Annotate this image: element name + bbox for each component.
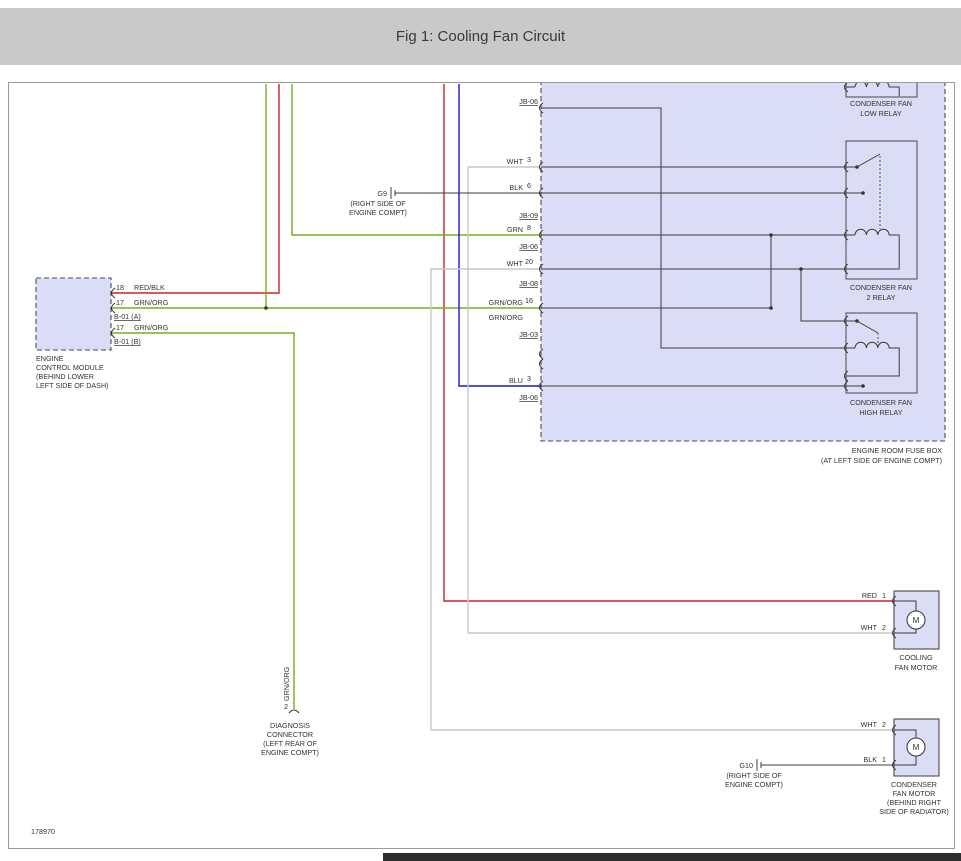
cooling-fan-motor-symbol: M xyxy=(913,616,920,625)
relay-2-label-1: CONDENSER FAN xyxy=(850,283,912,292)
figure-header: Fig 1: Cooling Fan Circuit xyxy=(0,8,961,65)
relay-2-contact2-dot xyxy=(861,191,865,195)
ecm-module: 18 RED/BLK 17 GRN/ORG B-01 (A) 17 GRN/OR… xyxy=(36,278,169,390)
cooling-fan-label-1: COOLING xyxy=(899,653,933,662)
g9-id: G9 xyxy=(377,189,387,198)
g10-id: G10 xyxy=(739,761,753,770)
jb03-link[interactable]: JB-03 xyxy=(519,330,538,339)
diagnosis-connector-chevron xyxy=(289,710,299,713)
condenser-fan-label-2: FAN MOTOR xyxy=(893,789,936,798)
grnorg16-color: GRN/ORG xyxy=(489,298,524,307)
ecm-pin18-num: 18 xyxy=(116,283,124,292)
condenser-fan-label-1: CONDENSER xyxy=(891,780,937,789)
ecm-pin17b-num: 17 xyxy=(116,323,124,332)
ecm-pin18-color: RED/BLK xyxy=(134,283,165,292)
cooling-fan-pin2-num: 2 xyxy=(882,623,886,632)
jb06-grn-link[interactable]: JB-06 xyxy=(519,242,538,251)
cooling-fan-pin1-num: 1 xyxy=(882,591,886,600)
diagnosis-label-4: ENGINE COMPT) xyxy=(261,748,319,757)
wht20-pin: 20 xyxy=(525,257,533,266)
wht3-color: WHT xyxy=(507,157,524,166)
blk6-color: BLK xyxy=(509,183,523,192)
fuse-box-entry-labels: JB-06 WHT 3 BLK 6 JB-09 GRN 8 JB-06 WHT … xyxy=(489,97,538,402)
g9-ground-icon xyxy=(391,187,395,199)
ecm-outline xyxy=(36,278,111,350)
blu3-color: BLU xyxy=(509,376,523,385)
condenser-fan-label-3: (BEHIND RIGHT xyxy=(887,798,942,807)
blu3-pin: 3 xyxy=(527,374,531,383)
figure-title: Fig 1: Cooling Fan Circuit xyxy=(396,28,565,45)
wire-green-ecm-a xyxy=(111,84,541,310)
ecm-connector-b01a-link[interactable]: B-01 (A) xyxy=(114,312,141,321)
wire-green-ecm-b-diagnosis xyxy=(111,333,294,709)
relay-low-label-1: CONDENSER FAN xyxy=(850,99,912,108)
jb09-link[interactable]: JB-09 xyxy=(519,211,538,220)
diagram-canvas: ENGINE ROOM FUSE BOX (AT LEFT SIDE OF EN… xyxy=(8,82,955,849)
ecm-label-1: ENGINE xyxy=(36,354,64,363)
diagnosis-label-3: (LEFT REAR OF xyxy=(263,739,317,748)
wire-red-ecm xyxy=(111,84,279,293)
g9-loc-1: (RIGHT SIDE OF xyxy=(350,199,406,208)
g10-ground-icon xyxy=(757,759,761,771)
diagnosis-wire-color: GRN/ORG xyxy=(282,666,291,701)
cooling-fan-pin2-color: WHT xyxy=(861,623,878,632)
condenser-fan-pin2-color: BLK xyxy=(863,755,877,764)
ground-g9: G9 (RIGHT SIDE OF ENGINE COMPT) xyxy=(349,187,407,217)
diagram-number: 178970 xyxy=(31,827,55,836)
relay-high-label-2: HIGH RELAY xyxy=(859,408,902,417)
fuse-box-outline xyxy=(541,83,945,441)
g9-loc-2: ENGINE COMPT) xyxy=(349,208,407,217)
condenser-fan-pin1-color: WHT xyxy=(861,720,878,729)
condenser-fan-label-4: SIDE OF RADIATOR) xyxy=(879,807,949,816)
ecm-pin17a-color: GRN/ORG xyxy=(134,298,169,307)
fuse-box-label-2: (AT LEFT SIDE OF ENGINE COMPT) xyxy=(821,456,942,465)
ecm-label-3: (BEHIND LOWER xyxy=(36,372,94,381)
relay-low-label-2: LOW RELAY xyxy=(860,109,902,118)
jb08-link[interactable]: JB-08 xyxy=(519,279,538,288)
ecm-pin17b-color: GRN/ORG xyxy=(134,323,169,332)
relay-high-label-1: CONDENSER FAN xyxy=(850,398,912,407)
grn8-pin: 8 xyxy=(527,223,531,232)
condenser-fan-pin2-num: 1 xyxy=(882,755,886,764)
grn8-color: GRN xyxy=(507,225,523,234)
bottom-window-edge xyxy=(383,853,961,861)
grnorg-wire-label: GRN/ORG xyxy=(489,313,524,322)
diagnosis-label-1: DIAGNOSIS xyxy=(270,721,310,730)
cooling-fan-pin1-color: RED xyxy=(862,591,877,600)
ecm-pin17a-num: 17 xyxy=(116,298,124,307)
ecm-label-4: LEFT SIDE OF DASH) xyxy=(36,381,109,390)
wht20-color: WHT xyxy=(507,259,524,268)
ecm-label-2: CONTROL MODULE xyxy=(36,363,104,372)
ground-g10: G10 (RIGHT SIDE OF ENGINE COMPT) xyxy=(725,759,783,789)
wht3-pin: 3 xyxy=(527,155,531,164)
cooling-fan-motor: M RED 1 WHT 2 COOLING FAN MOTOR xyxy=(861,591,939,672)
relay-2-label-2: 2 RELAY xyxy=(866,293,895,302)
diagnosis-connector: GRN/ORG 2 DIAGNOSIS CONNECTOR (LEFT REAR… xyxy=(261,666,319,757)
jb06-blu-link[interactable]: JB-06 xyxy=(519,393,538,402)
ecm-connector-b01b-link[interactable]: B-01 (B) xyxy=(114,337,141,346)
jb06-top-link[interactable]: JB-06 xyxy=(519,97,538,106)
blk6-pin: 6 xyxy=(527,181,531,190)
cooling-fan-label-2: FAN MOTOR xyxy=(895,663,938,672)
wire-green-grn8 xyxy=(292,84,541,235)
fuse-box-label-1: ENGINE ROOM FUSE BOX xyxy=(852,446,942,455)
g10-loc-2: ENGINE COMPT) xyxy=(725,780,783,789)
condenser-fan-motor: M WHT 2 BLK 1 CONDENSER FAN MOTOR (BEHIN… xyxy=(861,719,949,816)
g10-loc-1: (RIGHT SIDE OF xyxy=(726,771,782,780)
condenser-fan-pin1-num: 2 xyxy=(882,720,886,729)
diagnosis-label-2: CONNECTOR xyxy=(267,730,313,739)
grnorg16-pin: 16 xyxy=(525,296,533,305)
diagnosis-pin: 2 xyxy=(284,702,288,711)
wiring-diagram: ENGINE ROOM FUSE BOX (AT LEFT SIDE OF EN… xyxy=(9,83,954,848)
condenser-fan-motor-symbol: M xyxy=(913,743,920,752)
relay-high-contact2-dot xyxy=(861,384,865,388)
